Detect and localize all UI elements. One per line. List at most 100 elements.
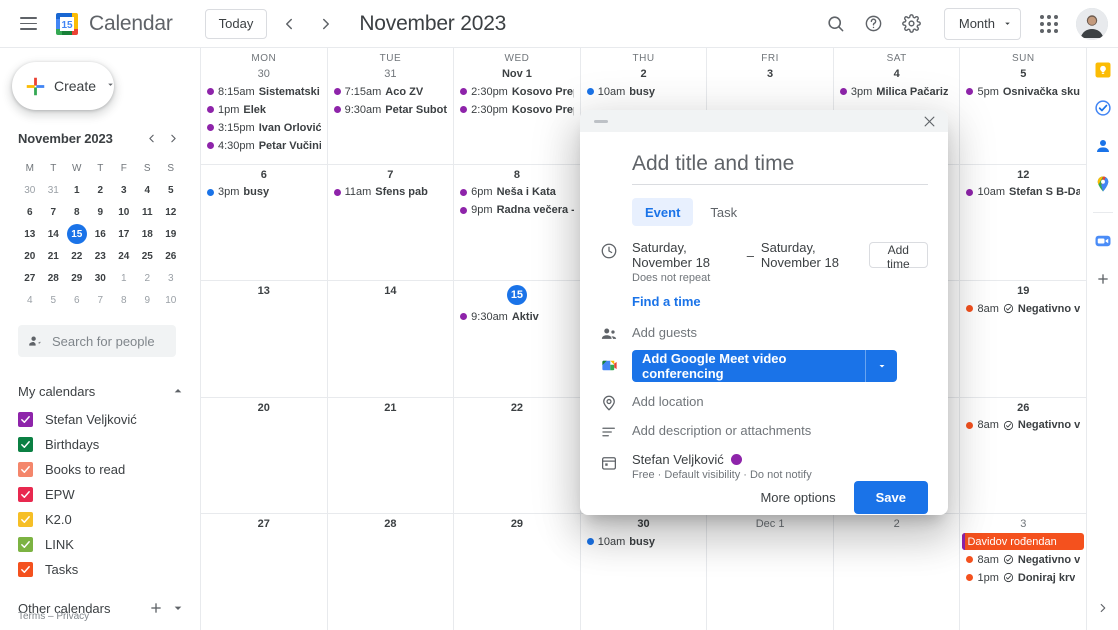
day-cell[interactable]: 27 <box>201 514 327 630</box>
mini-day[interactable]: 19 <box>159 223 183 245</box>
day-number[interactable]: 2 <box>581 64 707 83</box>
event-chip[interactable]: 9pmRadna večera - Pre <box>456 202 578 219</box>
create-button[interactable]: Create <box>12 62 114 110</box>
day-number[interactable]: 13 <box>201 281 327 300</box>
event-chip[interactable]: 8am Negativno vizue <box>962 551 1084 568</box>
mini-day[interactable]: 5 <box>42 289 66 311</box>
mini-day[interactable]: 3 <box>159 267 183 289</box>
mini-day[interactable]: 6 <box>65 289 89 311</box>
mini-day[interactable]: 12 <box>159 201 183 223</box>
drag-handle-icon[interactable] <box>594 119 608 123</box>
calendar-list-item[interactable]: LINK <box>0 532 200 557</box>
day-cell[interactable]: SUN55pmOsnivačka skupštin <box>959 48 1086 164</box>
day-number[interactable]: 3 <box>707 64 833 83</box>
day-number[interactable]: 2 <box>834 514 960 533</box>
tasks-icon[interactable] <box>1093 98 1113 118</box>
day-number[interactable]: 20 <box>201 398 327 417</box>
day-number[interactable]: 26 <box>960 398 1086 417</box>
calendar-list-item[interactable]: Stefan Veljković <box>0 407 200 432</box>
add-description-field[interactable]: Add description or attachments <box>632 421 928 438</box>
day-number[interactable]: 19 <box>960 281 1086 300</box>
zoom-icon[interactable] <box>1093 231 1113 251</box>
day-cell[interactable]: TUE317:15amAco ZV9:30amPetar Subotić <box>326 48 454 164</box>
avatar[interactable] <box>1076 7 1108 40</box>
event-chip[interactable]: 8am Negativno vizue <box>962 300 1084 317</box>
event-chip[interactable]: 2:30pmKosovo Prep - V <box>456 101 578 118</box>
mini-day[interactable]: 30 <box>18 179 42 201</box>
event-chip[interactable]: 10am busy <box>583 83 705 100</box>
search-icon[interactable] <box>818 6 854 42</box>
add-google-meet-button[interactable]: Add Google Meet video conferencing <box>632 350 897 382</box>
contacts-icon[interactable] <box>1093 136 1113 156</box>
end-date[interactable]: Saturday, November 18 <box>761 240 869 270</box>
day-cell[interactable]: 30 10am busy <box>579 514 707 630</box>
mini-day[interactable]: 29 <box>65 267 89 289</box>
day-cell[interactable]: 20 <box>201 398 327 514</box>
view-mode-select[interactable]: Month <box>943 7 1021 40</box>
plus-icon[interactable] <box>148 600 164 616</box>
mini-day[interactable]: 5 <box>159 179 183 201</box>
day-cell[interactable]: 86pmNeša i Kata9pmRadna večera - Pre <box>453 164 580 281</box>
calendar-list-item[interactable]: Birthdays <box>0 432 200 457</box>
day-number[interactable]: 22 <box>454 398 580 417</box>
mini-day[interactable]: 7 <box>89 289 113 311</box>
checkbox-checked-icon[interactable] <box>18 437 33 452</box>
event-chip[interactable]: 6pm Neša i Kata <box>456 184 578 201</box>
event-chip[interactable]: 10am busy <box>583 533 705 550</box>
day-cell[interactable]: 3 Davidov rođendan 8am Negativno vizue 1pm Do… <box>959 514 1086 630</box>
calendar-list-item[interactable]: EPW <box>0 482 200 507</box>
day-cell[interactable]: 12 10am Stefan S B-Day <box>959 164 1086 281</box>
mini-day[interactable]: 8 <box>112 289 136 311</box>
next-period-button[interactable] <box>311 9 341 39</box>
mini-day[interactable]: 4 <box>136 179 160 201</box>
mini-day[interactable]: 28 <box>42 267 66 289</box>
checkbox-checked-icon[interactable] <box>18 487 33 502</box>
chevron-up-icon[interactable] <box>170 383 186 399</box>
mini-day[interactable]: 1 <box>112 267 136 289</box>
tab-event[interactable]: Event <box>632 198 694 226</box>
save-button[interactable]: Save <box>853 481 928 514</box>
mini-day[interactable]: 9 <box>89 201 113 223</box>
day-number[interactable]: 27 <box>201 514 327 533</box>
checkbox-checked-icon[interactable] <box>18 412 33 427</box>
more-options-button[interactable]: More options <box>752 482 843 513</box>
day-cell[interactable]: Dec 1 <box>706 514 833 630</box>
checkbox-checked-icon[interactable] <box>18 537 33 552</box>
day-cell[interactable]: 15 9:30am Aktiv <box>453 281 580 397</box>
mini-day[interactable]: 6 <box>18 201 42 223</box>
day-cell[interactable]: 28 <box>326 514 454 630</box>
mini-day[interactable]: 8 <box>65 201 89 223</box>
mini-day[interactable]: 2 <box>136 267 160 289</box>
mini-day[interactable]: 10 <box>159 289 183 311</box>
mini-day[interactable]: 1 <box>65 179 89 201</box>
tab-task[interactable]: Task <box>697 198 750 226</box>
mini-day[interactable]: 17 <box>112 223 136 245</box>
event-chip[interactable]: 9:30am Aktiv <box>456 308 578 325</box>
mini-next-month-button[interactable] <box>163 128 183 148</box>
add-guests-field[interactable]: Add guests <box>632 323 928 340</box>
previous-period-button[interactable] <box>274 9 304 39</box>
chevron-down-icon[interactable] <box>865 350 897 382</box>
mini-day[interactable]: 13 <box>18 223 42 245</box>
day-number[interactable]: 4 <box>834 64 960 83</box>
event-chip[interactable]: 11am Sfens pab <box>330 184 452 201</box>
apps-grid-icon[interactable] <box>1031 6 1067 42</box>
calendar-list-item[interactable]: Books to read <box>0 457 200 482</box>
google-calendar-logo-icon[interactable]: 15 <box>54 11 80 37</box>
find-a-time-link[interactable]: Find a time <box>632 294 701 309</box>
day-number[interactable]: 30 <box>581 514 707 533</box>
day-number[interactable]: 7 <box>328 165 454 184</box>
day-cell[interactable]: WEDNov 12:30pmKosovo Prep - V2:30pmKosov… <box>453 48 580 164</box>
day-number[interactable]: 3 <box>960 514 1086 533</box>
event-chip[interactable]: 9:30amPetar Subotić <box>330 101 452 118</box>
add-addon-icon[interactable] <box>1093 269 1113 289</box>
add-time-button[interactable]: Add time <box>868 242 929 271</box>
mini-day[interactable]: 25 <box>136 245 160 267</box>
mini-day[interactable]: 9 <box>136 289 160 311</box>
event-chip[interactable]: 5pmOsnivačka skupštin <box>962 83 1084 100</box>
privacy-link[interactable]: Privacy <box>56 611 89 622</box>
mini-day[interactable]: 31 <box>42 179 66 201</box>
day-number[interactable]: Dec 1 <box>707 514 833 533</box>
day-number[interactable]: 14 <box>328 281 454 300</box>
day-number[interactable]: 21 <box>328 398 454 417</box>
